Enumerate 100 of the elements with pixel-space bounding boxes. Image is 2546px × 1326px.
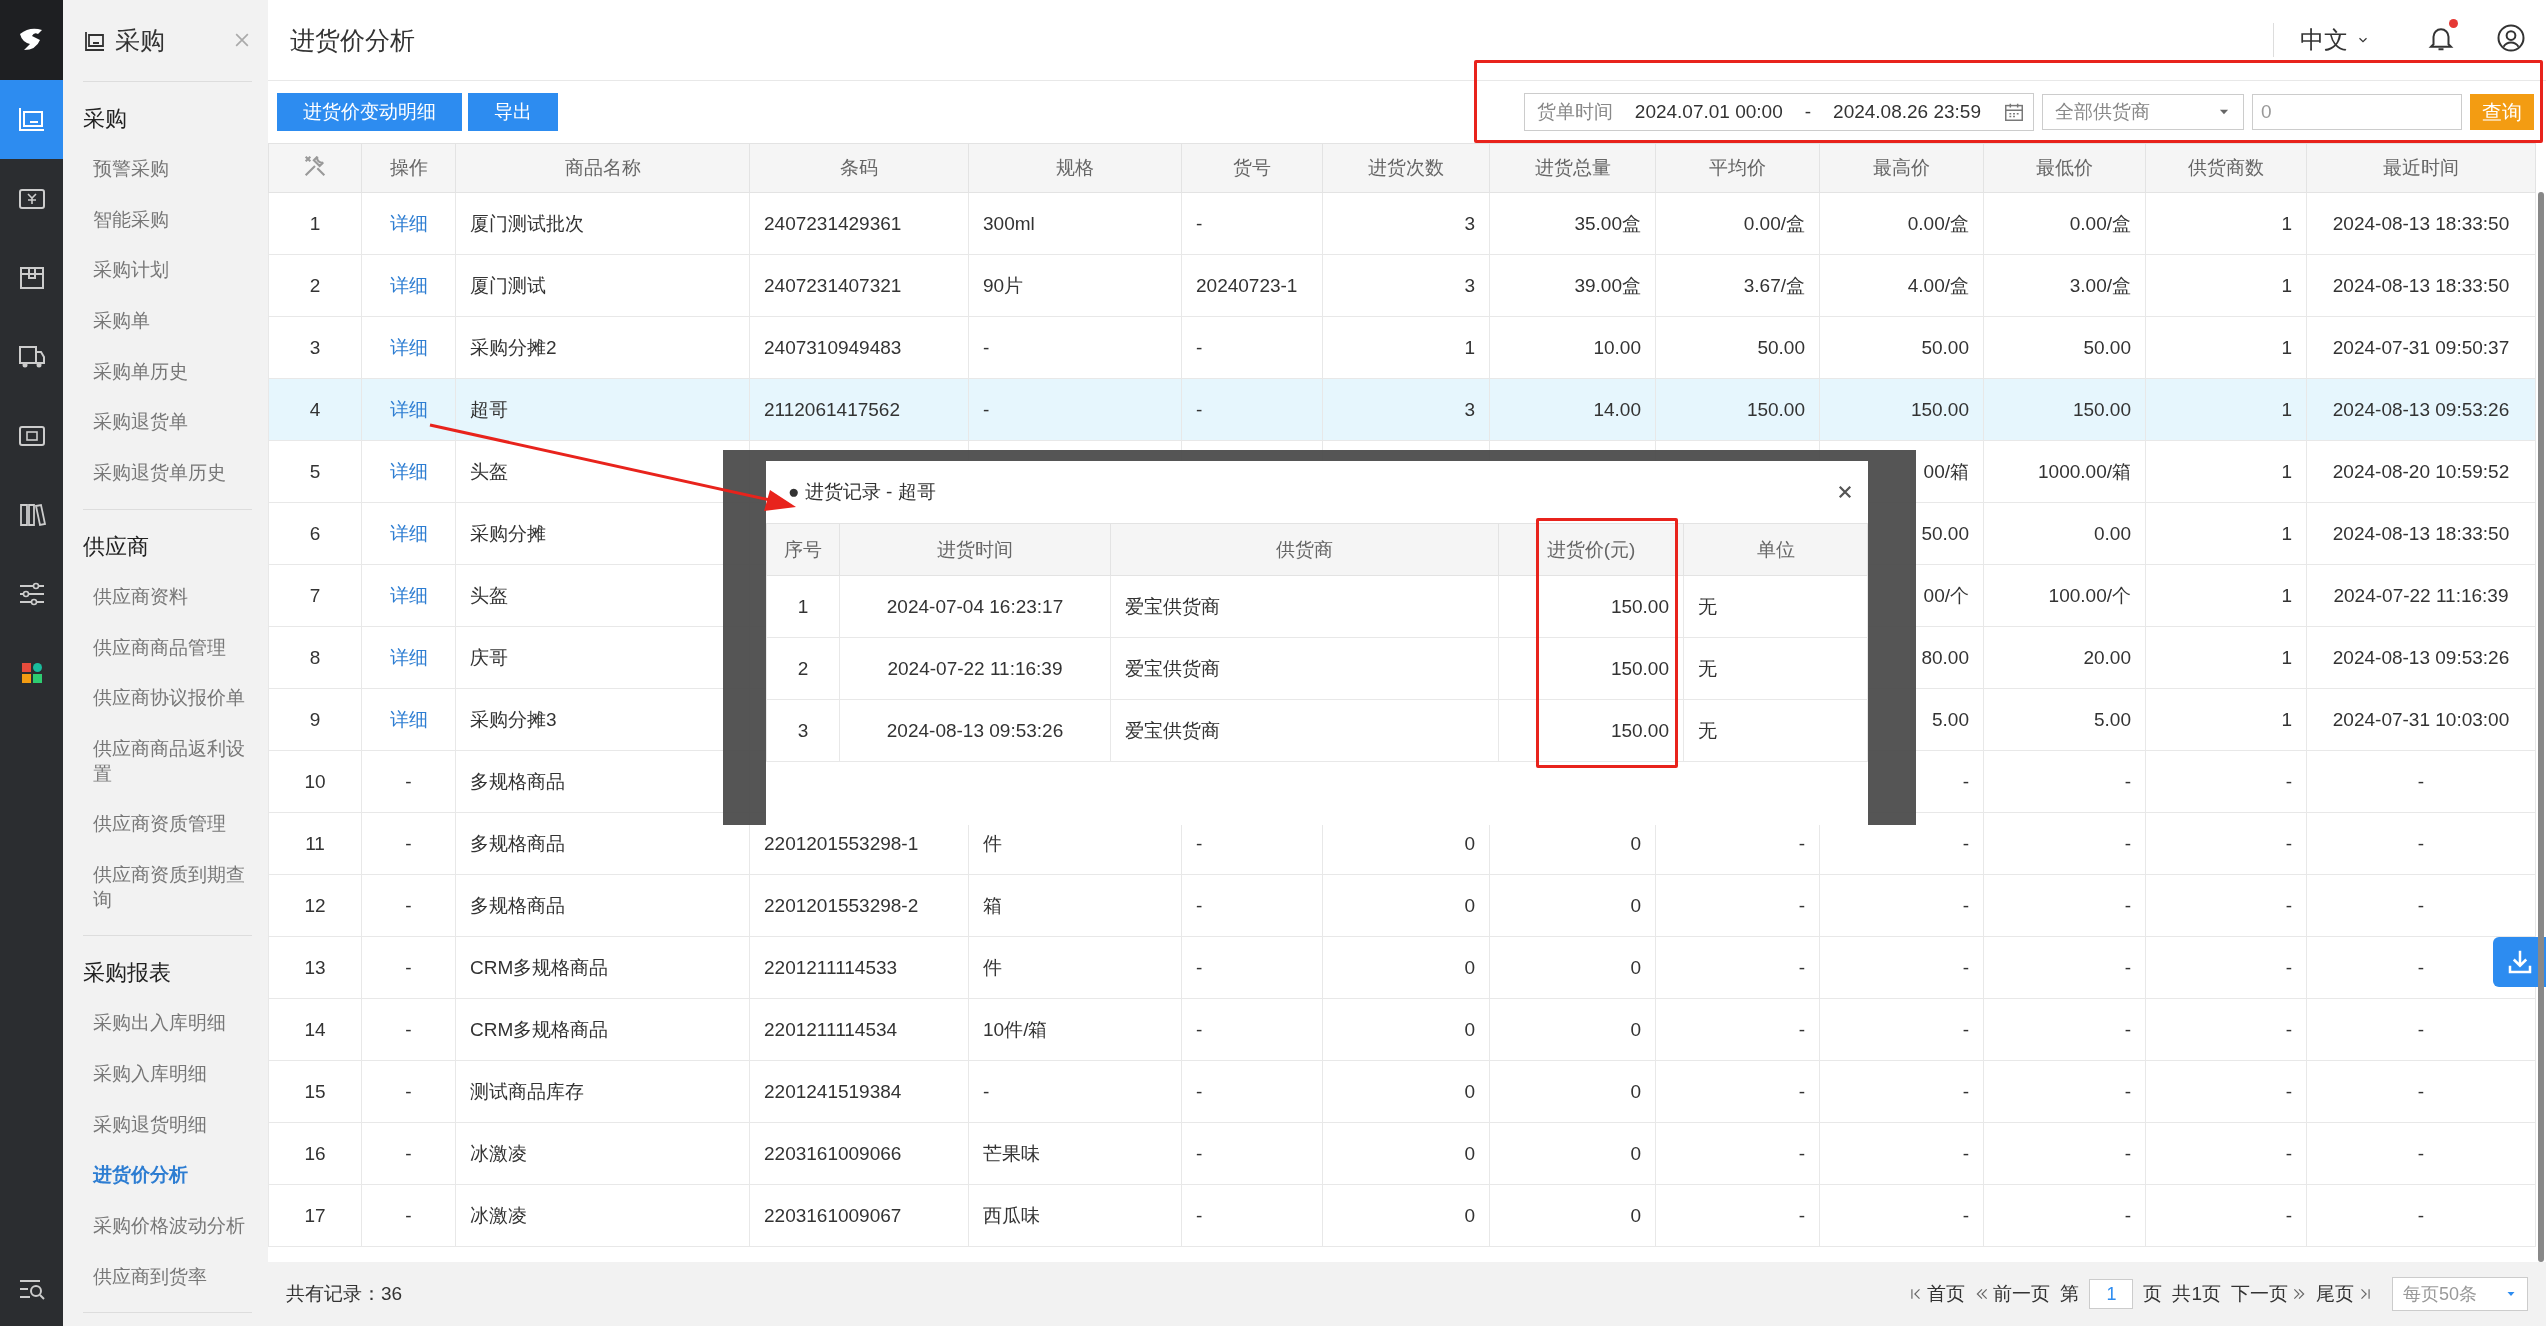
table-cell: 2203161009066 bbox=[764, 1142, 902, 1164]
detail-link[interactable]: 详细 bbox=[389, 522, 428, 544]
table-cell: 无 bbox=[1698, 595, 1717, 617]
close-icon bbox=[1836, 483, 1854, 501]
double-chevron-left-icon bbox=[1975, 1287, 1990, 1301]
table-cell: - bbox=[2124, 1018, 2131, 1040]
table-cell: - bbox=[2124, 1204, 2131, 1226]
page-size-dropdown[interactable]: 每页50条 bbox=[2392, 1277, 2528, 1311]
detail-link[interactable]: 详细 bbox=[389, 460, 428, 482]
last-page-icon bbox=[2358, 1287, 2372, 1301]
scrollbar[interactable] bbox=[2538, 192, 2544, 1262]
sidebar-item[interactable]: 供应商商品管理 bbox=[83, 622, 252, 674]
sidebar-item[interactable]: 采购计划 bbox=[83, 245, 252, 297]
sidebar-item[interactable]: 供应商资质到期查询 bbox=[83, 849, 252, 926]
sidebar-item[interactable]: 预警采购 bbox=[83, 144, 252, 195]
table-cell: - bbox=[405, 894, 412, 916]
detail-link[interactable]: 详细 bbox=[389, 212, 428, 234]
column-header: 单位 bbox=[1683, 523, 1868, 576]
table-cell: 150.00 bbox=[1910, 398, 1969, 420]
next-page-link[interactable]: 下一页 bbox=[2231, 1281, 2306, 1307]
toolbar-button[interactable]: 导出 bbox=[468, 93, 558, 131]
page-total: 共1页 bbox=[2172, 1282, 2221, 1306]
table-cell: - bbox=[1962, 894, 1969, 916]
detail-link[interactable]: 详细 bbox=[389, 336, 428, 358]
table-cell: 3 bbox=[1464, 274, 1475, 296]
detail-link[interactable]: 详细 bbox=[389, 398, 428, 420]
search-button[interactable]: 查询 bbox=[2470, 94, 2534, 130]
table-cell: 1 bbox=[2281, 708, 2292, 730]
table-cell: - bbox=[1798, 1142, 1805, 1164]
table-cell: 采购分摊2 bbox=[470, 336, 557, 358]
detail-link[interactable]: 详细 bbox=[389, 584, 428, 606]
page-label: 第 bbox=[2060, 1282, 2080, 1306]
detail-link[interactable]: 详细 bbox=[389, 708, 428, 730]
language-dropdown[interactable]: 中文 bbox=[2273, 23, 2376, 57]
detail-link[interactable]: 详细 bbox=[389, 646, 428, 668]
table-cell: 庆哥 bbox=[470, 646, 508, 668]
supplier-dropdown[interactable]: 全部供货商 bbox=[2042, 94, 2244, 130]
first-page-link[interactable]: 首页 bbox=[1909, 1281, 1966, 1307]
sidebar-item[interactable]: 供应商协议报价单 bbox=[83, 673, 252, 724]
table-cell: 0 bbox=[1630, 832, 1641, 854]
table-cell: 0.00 bbox=[2094, 522, 2131, 544]
table-cell: - bbox=[1962, 1080, 1969, 1102]
date-range-field[interactable]: 货单时间 2024.07.01 00:00 - 2024.08.26 23:59 bbox=[1523, 93, 2034, 131]
sidebar-item[interactable]: 采购出入库明细 bbox=[83, 998, 252, 1049]
table-cell: 10.00 bbox=[1593, 336, 1641, 358]
sidebar-item[interactable]: 供应商资质管理 bbox=[83, 799, 252, 850]
table-cell: 无 bbox=[1698, 657, 1717, 679]
table-cell: 00/箱 bbox=[1923, 460, 1969, 482]
table-cell: - bbox=[2417, 832, 2425, 854]
sidebar-item[interactable]: 采购价格波动分析 bbox=[83, 1201, 252, 1252]
sidebar-item[interactable]: 供应商到货率 bbox=[83, 1251, 252, 1303]
sidebar-item[interactable]: 智能采购 bbox=[83, 194, 252, 246]
sidebar-item[interactable]: 采购入库明细 bbox=[83, 1049, 252, 1100]
table-cell: 15 bbox=[304, 1080, 326, 1102]
last-page-link[interactable]: 尾页 bbox=[2316, 1281, 2372, 1307]
sidebar-item[interactable]: 进货价分析 bbox=[83, 1150, 252, 1202]
table-cell: - bbox=[1196, 832, 1203, 854]
detail-link[interactable]: 详细 bbox=[389, 274, 428, 296]
table-cell: 0 bbox=[1630, 1018, 1641, 1040]
table-cell: - bbox=[1962, 956, 1969, 978]
table-cell: 0 bbox=[1630, 1204, 1641, 1226]
table-cell: 爱宝供货商 bbox=[1125, 595, 1220, 617]
record-count: 共有记录：36 bbox=[286, 1282, 403, 1306]
keyword-field[interactable]: 0 bbox=[2252, 94, 2462, 130]
table-cell: 2201211114534 bbox=[764, 1018, 898, 1040]
sidebar-item[interactable]: 采购退货单历史 bbox=[83, 448, 252, 499]
table-cell: 2 bbox=[309, 274, 321, 296]
table-cell: 11 bbox=[305, 832, 325, 854]
table-cell: - bbox=[2417, 1080, 2425, 1102]
table-cell: 150.00 bbox=[2072, 398, 2131, 420]
previous-page-link[interactable]: 前一页 bbox=[1975, 1281, 2051, 1307]
table-cell: - bbox=[2417, 1204, 2425, 1226]
column-header: 最高价 bbox=[1819, 143, 1984, 193]
column-header: 进货价(元) bbox=[1498, 523, 1684, 576]
table-cell: 1 bbox=[2281, 584, 2292, 606]
table-cell: 3.00/盒 bbox=[2069, 274, 2131, 296]
toolbar-button[interactable]: 进货价变动明细 bbox=[277, 93, 462, 131]
table-cell: 2024-08-13 18:33:50 bbox=[2332, 274, 2510, 296]
sidebar-item[interactable]: 采购单 bbox=[83, 296, 252, 347]
table-cell: - bbox=[2285, 832, 2292, 854]
table-cell: 2024-08-13 09:53:26 bbox=[2332, 398, 2510, 420]
sidebar-item[interactable]: 供应商资料 bbox=[83, 571, 252, 623]
sidebar-item[interactable]: 采购退货明细 bbox=[83, 1099, 252, 1151]
sidebar-item[interactable]: 采购单历史 bbox=[83, 346, 252, 398]
sidebar-item[interactable]: 采购退货单 bbox=[83, 397, 252, 449]
table-cell: 50.00 bbox=[1921, 522, 1969, 544]
logo-tile[interactable] bbox=[0, 0, 63, 80]
sidebar-item[interactable]: 供应商商品返利设置 bbox=[83, 723, 252, 800]
page-number-field[interactable]: 1 bbox=[2089, 1279, 2134, 1309]
table-cell: 采购分摊3 bbox=[470, 708, 557, 730]
table-cell: - bbox=[2417, 770, 2425, 792]
table-cell: 13 bbox=[304, 956, 326, 978]
column-header: 进货时间 bbox=[839, 523, 1111, 576]
table-cell: 150.00 bbox=[1610, 595, 1669, 617]
table-cell: 冰激凌 bbox=[470, 1142, 527, 1164]
table-cell: - bbox=[405, 1204, 412, 1226]
table-cell: - bbox=[2124, 1080, 2131, 1102]
column-header: 序号 bbox=[766, 523, 840, 576]
table-cell: 2407310949483 bbox=[764, 336, 902, 358]
column-header: 供货商数 bbox=[2145, 143, 2307, 193]
